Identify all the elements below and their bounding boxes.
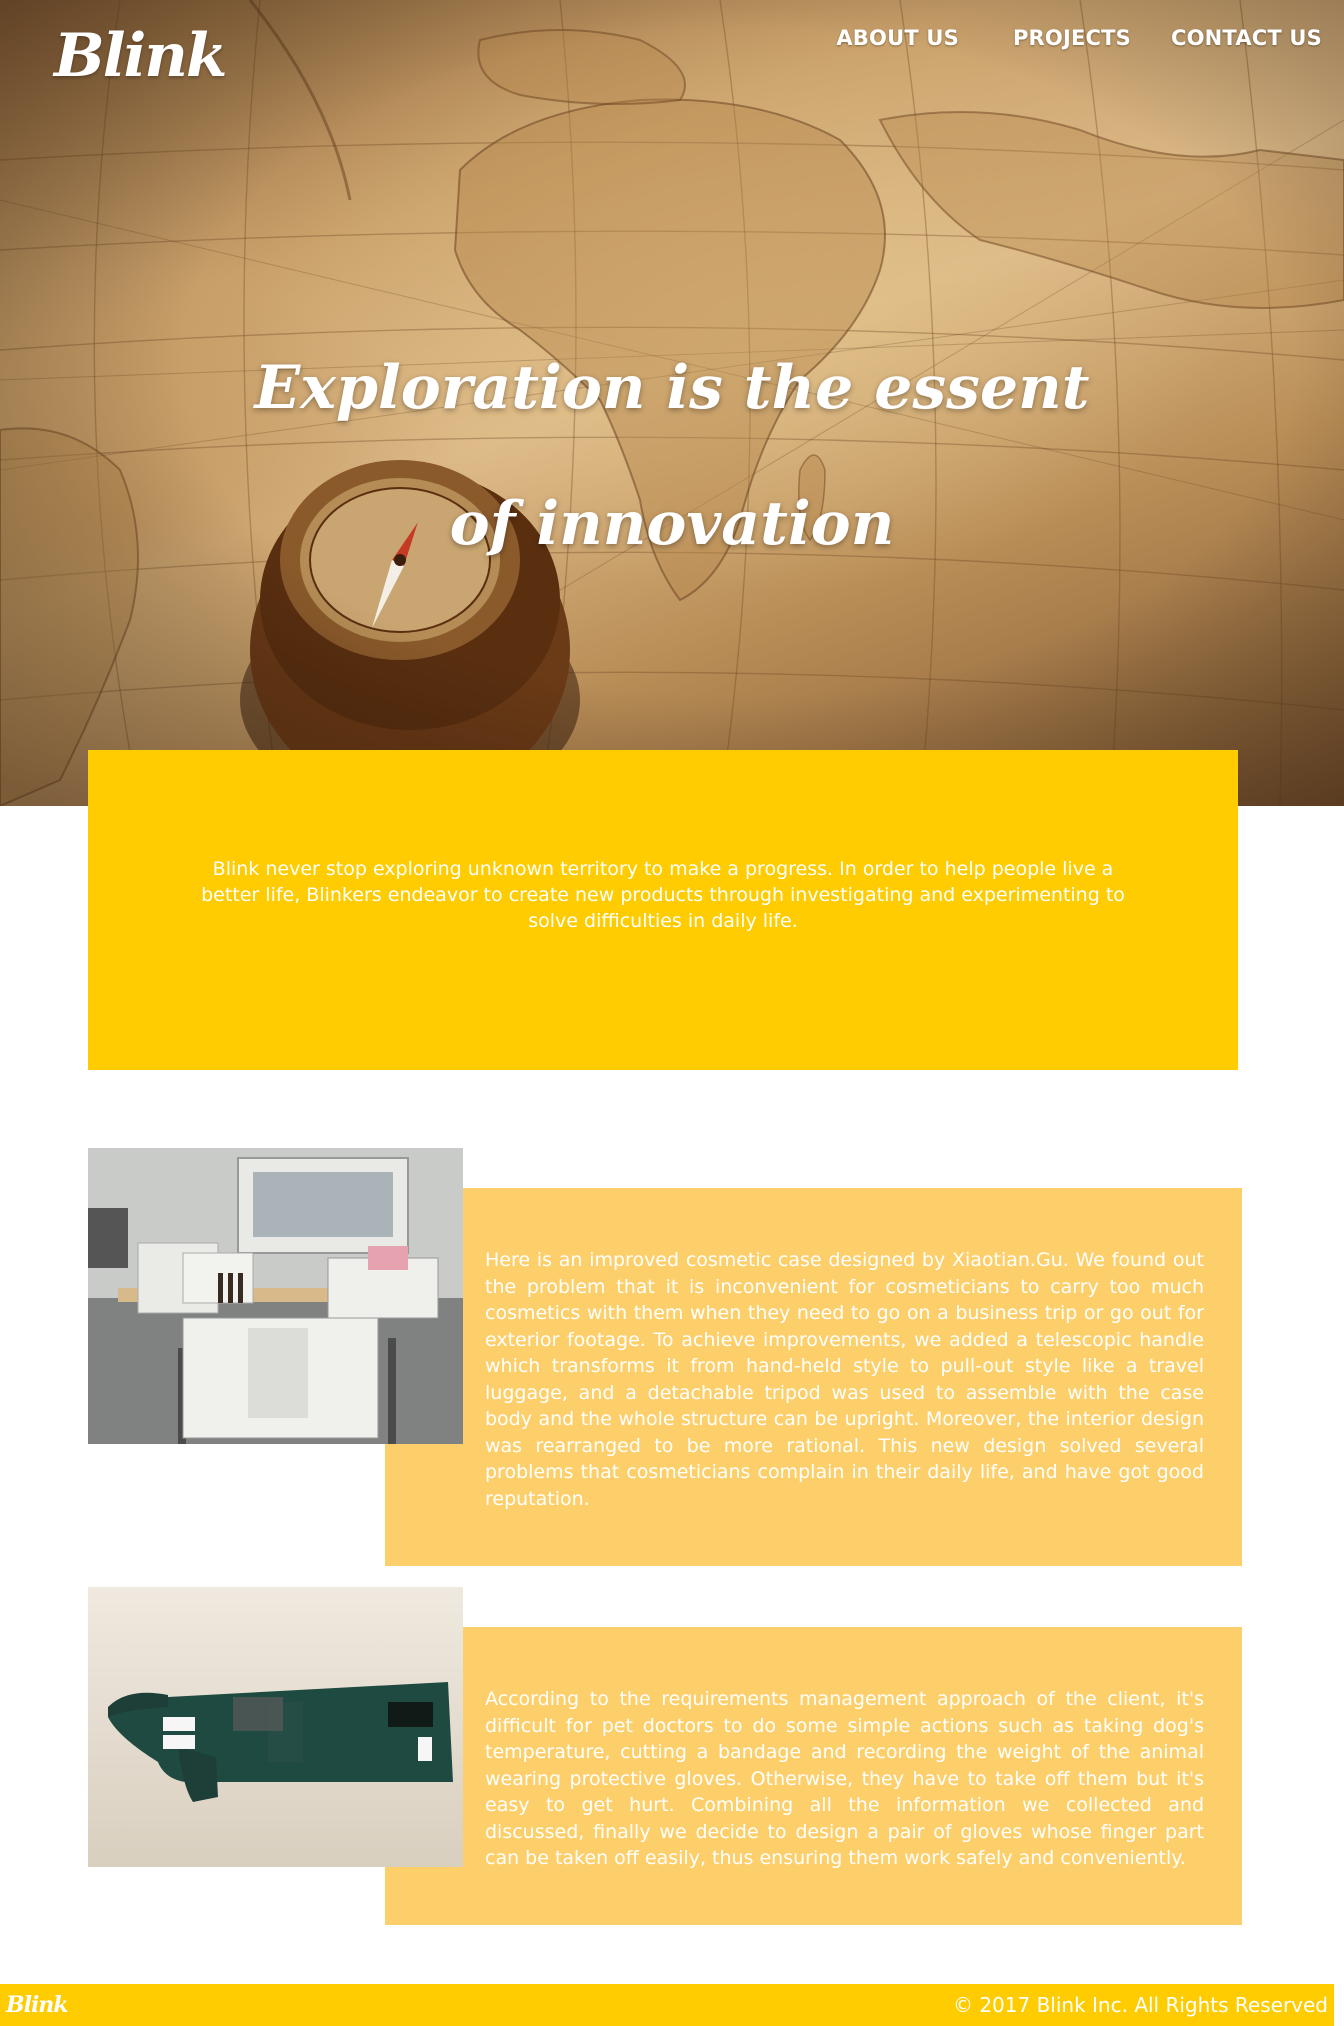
protective-glove-image	[88, 1587, 463, 1867]
intro-panel: Blink never stop exploring unknown terri…	[88, 750, 1238, 1070]
brand-logo[interactable]: Blink	[54, 26, 227, 86]
footer-logo[interactable]: Blink	[6, 1992, 69, 2018]
project-1-description: Here is an improved cosmetic case design…	[485, 1249, 1204, 1510]
hero-banner: Blink ABOUT US PROJECTS CONTACT US Explo…	[0, 0, 1344, 806]
cosmetic-case-image	[88, 1148, 463, 1444]
site-footer: Blink © 2017 Blink Inc. All Rights Reser…	[0, 1984, 1334, 2026]
main-nav: ABOUT US PROJECTS CONTACT US	[836, 26, 1322, 50]
footer-copyright: © 2017 Blink Inc. All Rights Reserved	[952, 1993, 1328, 2017]
nav-projects[interactable]: PROJECTS	[1013, 26, 1131, 50]
hero-title-line-2: of innovation	[449, 489, 895, 559]
project-2-photo[interactable]	[88, 1587, 463, 1867]
hero-title-line-1: Exploration is the essent	[254, 353, 1090, 423]
nav-about-us[interactable]: ABOUT US	[836, 26, 959, 50]
project-2-description: According to the requirements management…	[485, 1688, 1204, 1869]
project-1-photo[interactable]	[88, 1148, 463, 1444]
nav-contact-us[interactable]: CONTACT US	[1171, 26, 1322, 50]
intro-text: Blink never stop exploring unknown terri…	[201, 858, 1125, 932]
